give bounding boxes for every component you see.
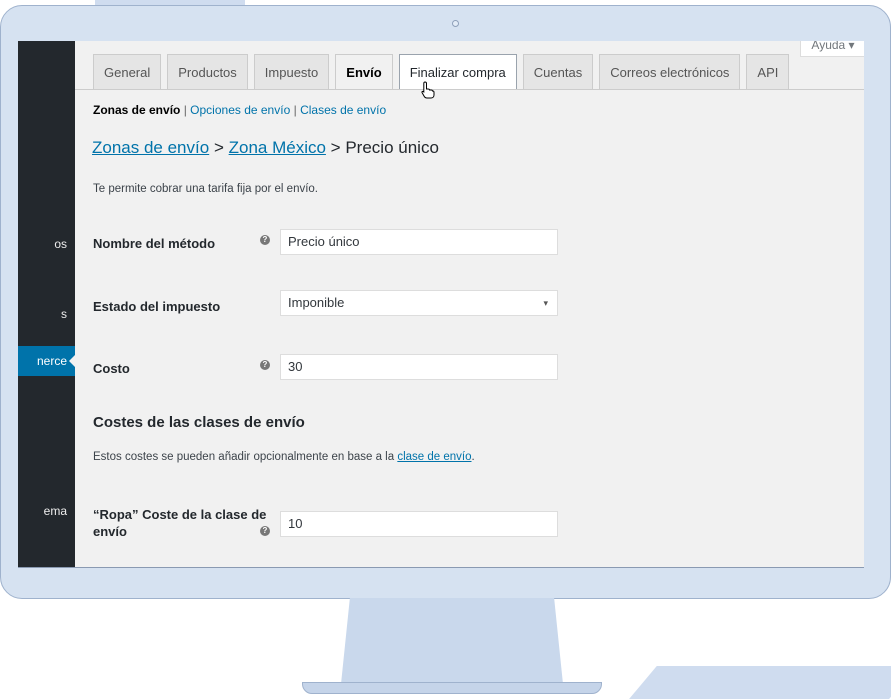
- tab-cuentas[interactable]: Cuentas: [522, 54, 594, 89]
- settings-tabs: General Productos Impuesto Envío Finaliz…: [93, 52, 795, 89]
- tab-productos[interactable]: Productos: [167, 54, 248, 89]
- sidebar-item-label: os: [54, 237, 67, 251]
- cost-input[interactable]: 30: [280, 354, 558, 380]
- admin-sidebar: os s nerce ema: [18, 41, 75, 567]
- subnav-current: Zonas de envío: [93, 103, 181, 117]
- monitor-frame: os s nerce ema Ayuda ▾ General Productos…: [0, 5, 891, 599]
- sidebar-item-woocommerce[interactable]: nerce: [18, 346, 75, 376]
- help-dropdown-button[interactable]: Ayuda ▾: [800, 41, 864, 57]
- tab-finalizar-compra[interactable]: Finalizar compra: [398, 54, 517, 89]
- page-title: Zonas de envío > Zona México > Precio ún…: [92, 138, 439, 158]
- tab-correos-electronicos[interactable]: Correos electrónicos: [599, 54, 741, 89]
- shipping-subnav: Zonas de envío | Opciones de envío | Cla…: [93, 103, 386, 117]
- screen: os s nerce ema Ayuda ▾ General Productos…: [18, 41, 864, 568]
- breadcrumb-separator: >: [213, 138, 224, 157]
- section-description-text: Estos costes se pueden añadir opcionalme…: [93, 451, 395, 463]
- tax-status-value: Imponible: [288, 295, 345, 310]
- section-description: Estos costes se pueden añadir opcionalme…: [93, 451, 475, 463]
- breadcrumb-link-zonas[interactable]: Zonas de envío: [92, 138, 209, 157]
- breadcrumb-link-zona-mexico[interactable]: Zona México: [229, 138, 326, 157]
- monitor-stand-base: [302, 682, 602, 694]
- subnav-link-clases[interactable]: Clases de envío: [300, 103, 386, 117]
- camera-icon: [452, 20, 459, 27]
- breadcrumb-separator: >: [330, 138, 341, 157]
- decor-shape-bottom: [623, 666, 891, 699]
- method-name-label: Nombre del método: [93, 236, 216, 251]
- method-description: Te permite cobrar una tarifa fija por el…: [93, 183, 319, 195]
- subnav-separator: |: [183, 103, 187, 117]
- sidebar-item-2[interactable]: s: [18, 299, 75, 329]
- ropa-cost-input[interactable]: 10: [280, 511, 558, 537]
- tab-impuesto[interactable]: Impuesto: [253, 54, 330, 89]
- tax-status-label: Estado del impuesto: [93, 299, 221, 314]
- section-description-period: .: [471, 451, 475, 463]
- cost-label: Costo: [93, 361, 130, 376]
- subnav-link-opciones[interactable]: Opciones de envío: [190, 103, 290, 117]
- ropa-cost-label: “Ropa” Coste de la clase de envío: [93, 506, 266, 540]
- sidebar-item-label: ema: [43, 504, 67, 518]
- breadcrumb-current: Precio único: [345, 138, 439, 157]
- chevron-down-icon: ▾: [543, 298, 548, 308]
- help-tip-icon[interactable]: ?: [260, 526, 270, 536]
- sidebar-item-4[interactable]: ema: [18, 496, 75, 526]
- tab-envio[interactable]: Envío: [335, 54, 393, 89]
- monitor-stand: [341, 598, 563, 684]
- ropa-cost-label-line1: “Ropa” Coste de la clase de: [93, 507, 267, 522]
- sidebar-item-label: s: [61, 307, 67, 321]
- tax-status-select[interactable]: Imponible ▾: [280, 290, 558, 316]
- section-title-shipping-classes: Costes de las clases de envío: [93, 414, 305, 431]
- method-name-input[interactable]: Precio único: [280, 229, 558, 255]
- current-menu-arrow-icon: [69, 354, 76, 368]
- shipping-class-link[interactable]: clase de envío: [397, 451, 471, 463]
- tab-general[interactable]: General: [93, 54, 162, 89]
- sidebar-item-1[interactable]: os: [18, 229, 75, 259]
- tab-api[interactable]: API: [746, 54, 790, 89]
- help-tip-icon[interactable]: ?: [260, 360, 270, 370]
- sidebar-item-label: nerce: [36, 354, 67, 368]
- subnav-separator: |: [293, 103, 297, 117]
- help-tip-icon[interactable]: ?: [260, 235, 270, 245]
- hand-pointer-icon: [421, 81, 435, 99]
- ropa-cost-label-line2: envío: [93, 524, 127, 539]
